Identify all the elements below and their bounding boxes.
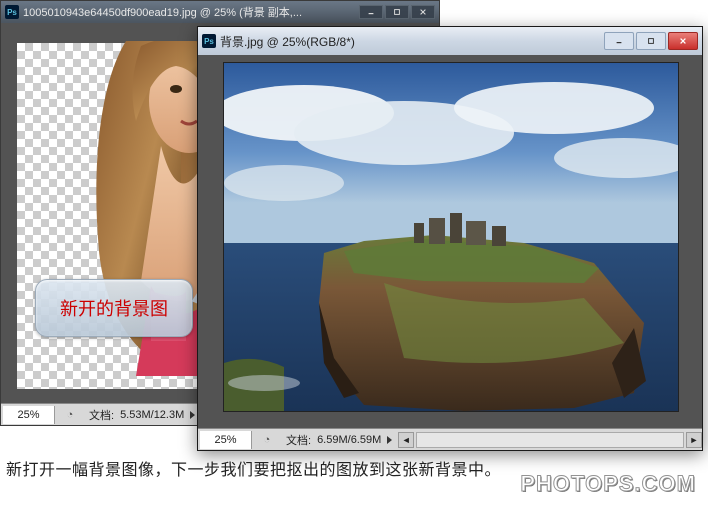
exposure-icon[interactable]: ◔ — [258, 432, 276, 448]
flyout-arrow-icon[interactable] — [190, 411, 195, 419]
document-window-2: Ps 背景.jpg @ 25%(RGB/8*) — [197, 26, 703, 451]
flyout-arrow-icon[interactable] — [387, 436, 392, 444]
titlebar-2[interactable]: Ps 背景.jpg @ 25%(RGB/8*) — [198, 27, 702, 55]
close-button[interactable] — [668, 32, 698, 50]
doc-size-2: 6.59M/6.59M — [317, 434, 381, 446]
window-title-1: 1005010943e64450df900ead19.jpg @ 25% (背景… — [23, 4, 302, 20]
tutorial-caption: 新打开一幅背景图像，下一步我们要把抠出的图放到这张新背景中。 — [6, 456, 501, 480]
horizontal-scrollbar[interactable] — [416, 432, 684, 448]
minimize-button[interactable] — [604, 32, 634, 50]
ps-app-icon: Ps — [5, 5, 19, 19]
maximize-button[interactable] — [385, 5, 409, 19]
scroll-left-button[interactable]: ◄ — [398, 432, 414, 448]
doc-label-2: 文档: — [280, 432, 317, 448]
scroll-right-button[interactable]: ► — [686, 432, 702, 448]
annotation-callout: 新开的背景图 — [35, 279, 193, 337]
statusbar-2: 25% ◔ 文档: 6.59M/6.59M ◄ ► — [198, 428, 702, 450]
doc-label-1: 文档: — [83, 407, 120, 423]
background-image-layer — [224, 63, 678, 411]
window-title-2: 背景.jpg @ 25%(RGB/8*) — [220, 33, 355, 50]
zoom-field-1[interactable]: 25% — [3, 406, 55, 424]
exposure-icon[interactable]: ◔ — [61, 407, 79, 423]
watermark-text: PHOTOPS.COM — [520, 471, 696, 497]
doc-size-1: 5.53M/12.3M — [120, 409, 184, 421]
minimize-button[interactable] — [359, 5, 383, 19]
callout-text: 新开的背景图 — [60, 295, 168, 321]
canvas-area-2[interactable] — [198, 55, 702, 428]
ps-app-icon: Ps — [202, 34, 216, 48]
maximize-button[interactable] — [636, 32, 666, 50]
close-button[interactable] — [411, 5, 435, 19]
zoom-field-2[interactable]: 25% — [200, 431, 252, 449]
titlebar-1[interactable]: Ps 1005010943e64450df900ead19.jpg @ 25% … — [1, 1, 439, 23]
